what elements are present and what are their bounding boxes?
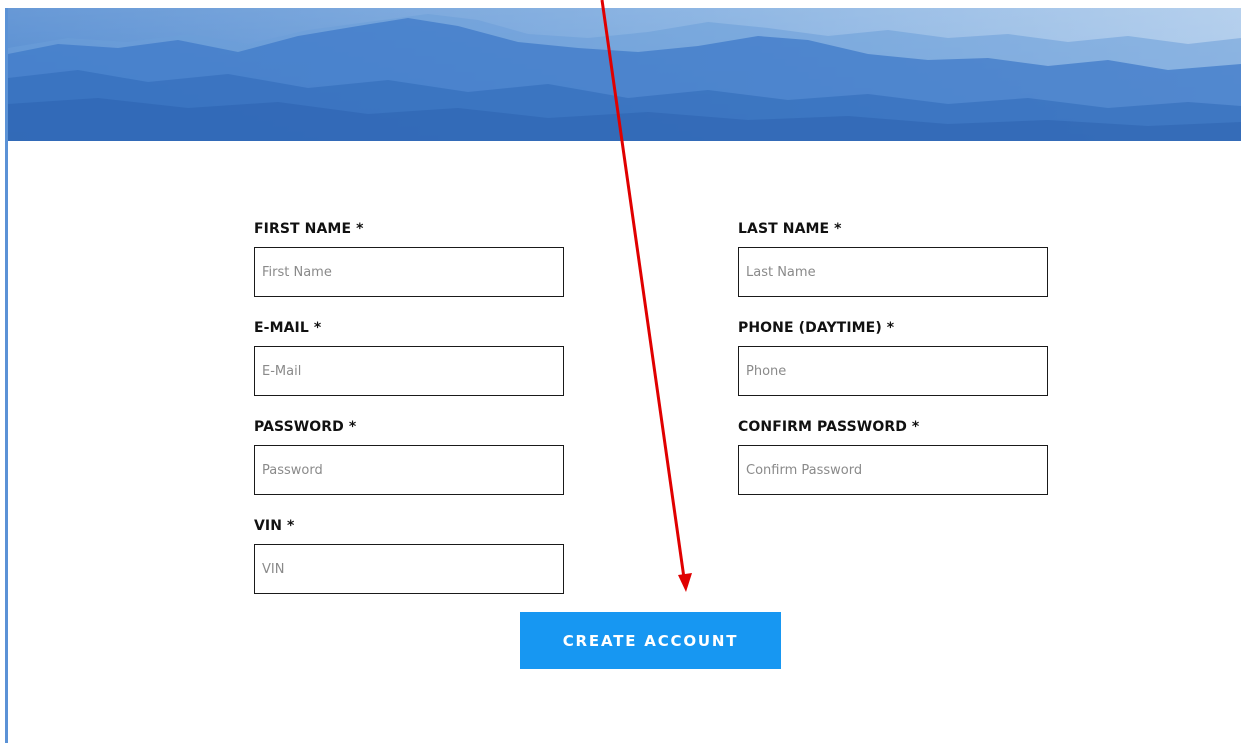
confirm-password-input[interactable] [738,445,1048,495]
phone-input[interactable] [738,346,1048,396]
first-name-label: FIRST NAME * [254,221,364,237]
vin-input[interactable] [254,544,564,594]
last-name-input[interactable] [738,247,1048,297]
email-input[interactable] [254,346,564,396]
password-input[interactable] [254,445,564,495]
create-account-button[interactable]: CREATE ACCOUNT [520,612,781,669]
vin-label: VIN * [254,518,295,534]
confirm-password-label: CONFIRM PASSWORD * [738,419,920,435]
signup-page: FIRST NAME * LAST NAME * E-MAIL * PHONE … [0,0,1241,743]
password-label: PASSWORD * [254,419,357,435]
last-name-label: LAST NAME * [738,221,842,237]
create-account-form: FIRST NAME * LAST NAME * E-MAIL * PHONE … [0,0,1241,743]
first-name-input[interactable] [254,247,564,297]
email-label: E-MAIL * [254,320,322,336]
phone-label: PHONE (DAYTIME) * [738,320,895,336]
